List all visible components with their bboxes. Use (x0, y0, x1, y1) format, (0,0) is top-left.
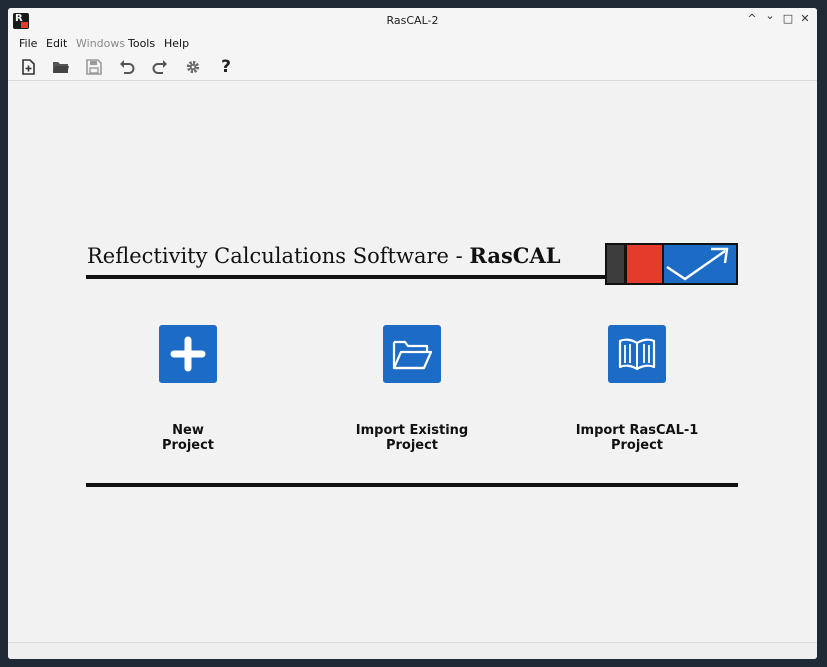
save-icon[interactable] (85, 58, 103, 76)
new-project-label-line1: New (172, 423, 204, 438)
settings-gear-icon[interactable] (184, 58, 202, 76)
open-folder-icon[interactable] (52, 58, 70, 76)
menu-bar: File Edit Windows Tools Help (8, 34, 817, 54)
open-book-icon[interactable] (608, 325, 666, 383)
rascal-logo-icon (605, 243, 738, 285)
import-existing-project-button[interactable]: Import Existing Project (332, 325, 492, 453)
menu-edit[interactable]: Edit (46, 37, 67, 50)
minimize-window-button[interactable]: ⌄ (763, 9, 777, 22)
import-existing-label: Import Existing Project (332, 423, 492, 453)
close-window-button[interactable]: ✕ (798, 12, 812, 25)
menu-help[interactable]: Help (164, 37, 189, 50)
import-rascal1-project-button[interactable]: Import RasCAL-1 Project (557, 325, 717, 453)
redo-icon[interactable] (151, 58, 169, 76)
banner-title-prefix: Reflectivity Calculations Software - (87, 244, 470, 268)
bottom-divider (86, 483, 738, 487)
help-question-icon[interactable]: ? (217, 58, 235, 76)
new-project-button[interactable]: New Project (108, 325, 268, 453)
new-file-icon[interactable] (19, 58, 37, 76)
welcome-panel: Reflectivity Calculations Software - Ras… (8, 81, 817, 641)
import-rascal1-label: Import RasCAL-1 Project (557, 423, 717, 453)
menu-windows[interactable]: Windows (76, 37, 125, 50)
maximize-window-button[interactable]: □ (781, 12, 795, 25)
menu-file[interactable]: File (19, 37, 37, 50)
menu-tools[interactable]: Tools (128, 37, 155, 50)
toolbar: ? (8, 54, 817, 81)
banner-title: Reflectivity Calculations Software - Ras… (87, 243, 561, 268)
import-existing-label-line2: Project (385, 438, 439, 453)
title-bar[interactable]: R RasCAL-2 ^ ⌄ □ ✕ (8, 8, 817, 34)
import-rascal1-label-line1: Import RasCAL-1 (575, 423, 699, 438)
folder-open-icon[interactable] (383, 325, 441, 383)
status-bar (8, 642, 817, 659)
new-project-label: New Project (108, 423, 268, 453)
plus-icon[interactable] (159, 325, 217, 383)
shade-window-button[interactable]: ^ (745, 12, 759, 25)
undo-icon[interactable] (118, 58, 136, 76)
new-project-label-line2: Project (161, 438, 215, 453)
banner-title-bold: RasCAL (469, 243, 561, 268)
window-title: RasCAL-2 (386, 14, 439, 27)
import-existing-label-line1: Import Existing (355, 423, 469, 438)
main-window: R RasCAL-2 ^ ⌄ □ ✕ File Edit Windows Too… (8, 8, 817, 659)
import-rascal1-label-line2: Project (610, 438, 664, 453)
